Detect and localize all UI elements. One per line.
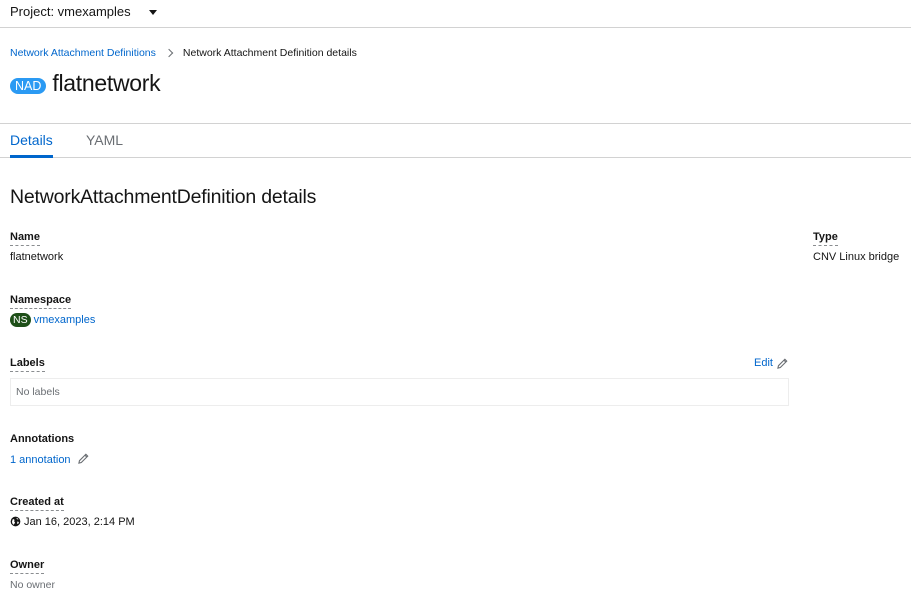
created-at-text: Jan 16, 2023, 2:14 PM bbox=[24, 516, 135, 528]
section-title: NetworkAttachmentDefinition details bbox=[10, 186, 317, 208]
no-labels-text: No labels bbox=[16, 386, 60, 398]
labels-label: Labels bbox=[10, 356, 45, 372]
labels-box: No labels bbox=[10, 378, 789, 406]
edit-labels-button[interactable]: Edit bbox=[754, 356, 788, 370]
page-heading: NAD flatnetwork bbox=[10, 68, 161, 98]
tab-bar: Details YAML bbox=[0, 123, 911, 158]
page-title: flatnetwork bbox=[52, 70, 161, 96]
project-bar: Project: vmexamples bbox=[0, 0, 911, 28]
name-value: flatnetwork bbox=[10, 251, 64, 263]
created-at-label: Created at bbox=[10, 495, 64, 511]
project-selector[interactable]: Project: vmexamples bbox=[10, 3, 157, 21]
owner-label: Owner bbox=[10, 558, 45, 574]
tab-details[interactable]: Details bbox=[10, 124, 53, 158]
type-value: CNV Linux bridge bbox=[813, 251, 900, 263]
globe-icon bbox=[10, 516, 21, 527]
tab-yaml[interactable]: YAML bbox=[86, 124, 123, 157]
pencil-icon[interactable] bbox=[77, 453, 89, 464]
project-label: Project: vmexamples bbox=[10, 4, 131, 19]
pencil-icon bbox=[777, 358, 788, 369]
namespace-badge: NS bbox=[10, 313, 31, 327]
name-label: Name bbox=[10, 230, 40, 246]
namespace-link[interactable]: vmexamples bbox=[34, 314, 96, 326]
breadcrumb-current: Network Attachment Definition details bbox=[182, 47, 357, 59]
annotations-label: Annotations bbox=[10, 433, 75, 445]
namespace-value: NS vmexamples bbox=[10, 313, 95, 327]
namespace-label: Namespace bbox=[10, 293, 72, 309]
resource-badge: NAD bbox=[10, 78, 47, 94]
breadcrumb: Network Attachment Definitions Network A… bbox=[10, 46, 357, 60]
chevron-right-icon bbox=[164, 48, 174, 58]
annotations-value: 1 annotation bbox=[10, 453, 89, 467]
edit-labels-label: Edit bbox=[754, 357, 773, 369]
type-label: Type bbox=[813, 230, 838, 246]
breadcrumb-link-nads[interactable]: Network Attachment Definitions bbox=[10, 46, 156, 60]
created-at-value: Jan 16, 2023, 2:14 PM bbox=[10, 515, 135, 529]
caret-down-icon bbox=[148, 9, 157, 15]
annotations-link[interactable]: 1 annotation bbox=[10, 454, 71, 466]
owner-value: No owner bbox=[10, 579, 55, 591]
